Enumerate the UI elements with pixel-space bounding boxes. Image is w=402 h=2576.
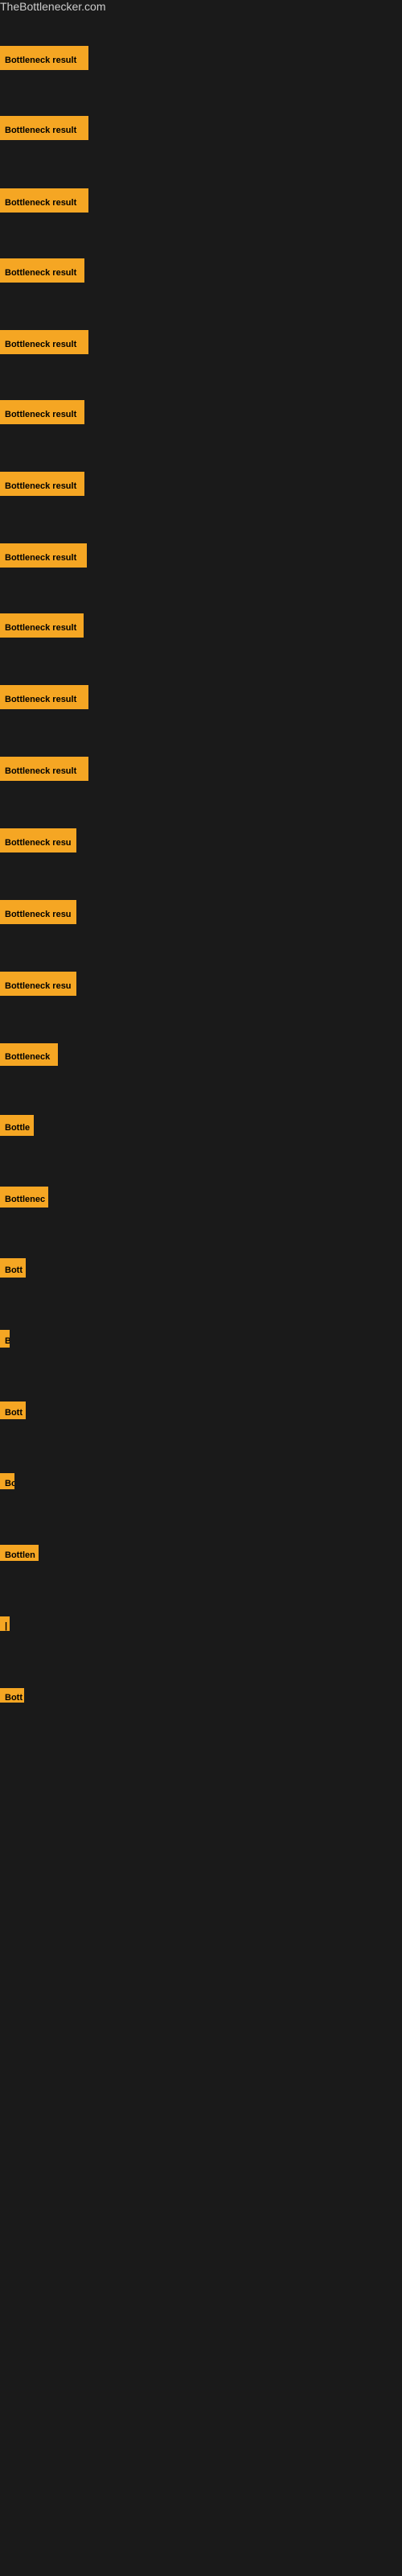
bottleneck-badge-15: Bottle: [0, 1115, 34, 1136]
bottleneck-badge-11: Bottleneck resu: [0, 828, 76, 852]
bottleneck-badge-12: Bottleneck resu: [0, 900, 76, 924]
bottleneck-badge-23: Bott: [0, 1688, 24, 1703]
bottleneck-badge-20: Bo: [0, 1473, 14, 1489]
bottleneck-item-13: Bottleneck resu: [0, 972, 76, 1000]
bottleneck-item-17: Bott: [0, 1258, 26, 1282]
bottleneck-badge-2: Bottleneck result: [0, 188, 88, 213]
bottleneck-badge-5: Bottleneck result: [0, 400, 84, 424]
bottleneck-badge-8: Bottleneck result: [0, 613, 84, 638]
bottleneck-item-22: |: [0, 1616, 10, 1635]
bottleneck-item-15: Bottle: [0, 1115, 34, 1140]
bottleneck-badge-21: Bottlen: [0, 1545, 39, 1561]
bottleneck-item-7: Bottleneck result: [0, 543, 87, 572]
bottleneck-item-2: Bottleneck result: [0, 188, 88, 217]
bottleneck-item-8: Bottleneck result: [0, 613, 84, 642]
bottleneck-item-3: Bottleneck result: [0, 258, 84, 287]
bottleneck-badge-9: Bottleneck result: [0, 685, 88, 709]
bottleneck-item-14: Bottleneck: [0, 1043, 58, 1070]
bottleneck-item-12: Bottleneck resu: [0, 900, 76, 928]
bottleneck-badge-0: Bottleneck result: [0, 46, 88, 70]
bottleneck-item-10: Bottleneck result: [0, 757, 88, 785]
bottleneck-item-21: Bottlen: [0, 1545, 39, 1565]
bottleneck-item-16: Bottlenec: [0, 1187, 48, 1212]
bottleneck-item-20: Bo: [0, 1473, 14, 1493]
bottleneck-item-19: Bott: [0, 1402, 26, 1423]
bottleneck-item-18: B: [0, 1330, 10, 1352]
bottleneck-badge-17: Bott: [0, 1258, 26, 1278]
bottleneck-item-23: Bott: [0, 1688, 24, 1707]
bottleneck-badge-14: Bottleneck: [0, 1043, 58, 1066]
bottleneck-badge-22: |: [0, 1616, 10, 1631]
bottleneck-badge-19: Bott: [0, 1402, 26, 1419]
bottleneck-item-9: Bottleneck result: [0, 685, 88, 713]
bottleneck-badge-6: Bottleneck result: [0, 472, 84, 496]
bottleneck-item-1: Bottleneck result: [0, 116, 88, 144]
bottleneck-item-4: Bottleneck result: [0, 330, 88, 358]
bottleneck-item-6: Bottleneck result: [0, 472, 84, 500]
bottleneck-badge-4: Bottleneck result: [0, 330, 88, 354]
site-header: TheBottlenecker.com: [0, 0, 402, 14]
bottleneck-badge-13: Bottleneck resu: [0, 972, 76, 996]
bottleneck-item-0: Bottleneck result: [0, 46, 88, 74]
bottleneck-badge-16: Bottlenec: [0, 1187, 48, 1208]
bottleneck-badge-10: Bottleneck result: [0, 757, 88, 781]
bottleneck-badge-18: B: [0, 1330, 10, 1348]
bottleneck-badge-7: Bottleneck result: [0, 543, 87, 568]
bottleneck-badge-1: Bottleneck result: [0, 116, 88, 140]
bottleneck-badge-3: Bottleneck result: [0, 258, 84, 283]
bottleneck-item-5: Bottleneck result: [0, 400, 84, 428]
bottleneck-item-11: Bottleneck resu: [0, 828, 76, 857]
